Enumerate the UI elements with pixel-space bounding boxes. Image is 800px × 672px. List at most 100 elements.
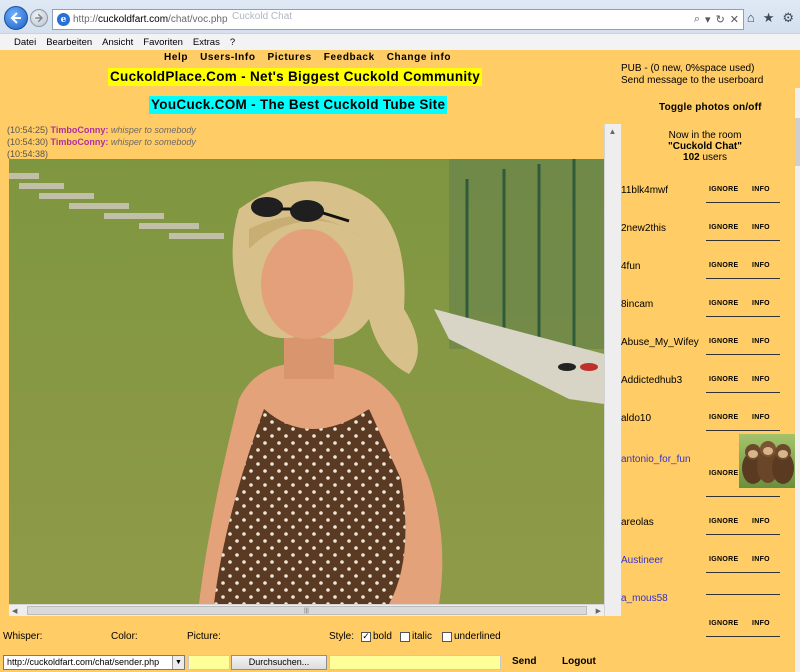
menu-favoriten[interactable]: Favoriten [143, 37, 183, 48]
user-row: 4fun IGNORE INFO [620, 244, 795, 282]
banner-cuckoldplace[interactable]: CuckoldPlace.Com - Net's Biggest Cuckold… [108, 68, 483, 86]
ignore-button[interactable]: IGNORE [709, 262, 738, 269]
divider [706, 202, 780, 203]
message-nick[interactable]: TimboConny: [51, 137, 109, 147]
arrow-left-icon [10, 12, 21, 24]
user-name[interactable]: 4fun [621, 261, 640, 272]
ignore-button[interactable]: IGNORE [709, 620, 738, 627]
ignore-button[interactable]: IGNORE [709, 556, 738, 563]
sidebar-scroll-thumb[interactable] [795, 118, 800, 166]
back-button[interactable] [4, 6, 28, 30]
user-name[interactable]: aldo10 [621, 413, 651, 424]
chat-scrollbar-vertical[interactable]: ▲ [604, 124, 621, 616]
info-button[interactable]: INFO [752, 518, 770, 525]
ignore-button[interactable]: IGNORE [709, 518, 738, 525]
address-bar[interactable]: e http://cuckoldfart.com/chat/voc.php ⌕ … [52, 9, 744, 30]
ignore-button[interactable]: IGNORE [709, 470, 738, 477]
ignore-button[interactable]: IGNORE [709, 376, 738, 383]
link-change-info[interactable]: Change info [387, 52, 451, 63]
bold-check-box[interactable]: ✓ [361, 631, 371, 642]
info-button[interactable]: INFO [752, 186, 770, 193]
dropdown-icon[interactable]: ▾ [705, 13, 711, 26]
message-nick[interactable]: TimboConny: [51, 125, 109, 135]
divider [706, 594, 780, 595]
italic-checkbox-label: italic [412, 631, 433, 642]
ignore-button[interactable]: IGNORE [709, 414, 738, 421]
user-name[interactable]: 2new2this [621, 223, 666, 234]
scroll-thumb[interactable]: ||| [26, 606, 587, 615]
info-button[interactable]: INFO [752, 224, 770, 231]
address-tools: ⌕ ▾ ↻ ✕ [694, 13, 743, 26]
user-row: a_mous58 [620, 576, 795, 614]
ignore-button[interactable]: IGNORE [709, 224, 738, 231]
menu-help[interactable]: ? [230, 37, 235, 48]
gear-icon[interactable]: ⚙ [782, 10, 794, 26]
whisper-select[interactable]: http://cuckoldfart.com/chat/sender.php ▼ [3, 655, 185, 670]
tab-title-ghost: Cuckold Chat [232, 11, 293, 22]
pub-send-message[interactable]: Send message to the userboard [621, 75, 791, 87]
user-name[interactable]: Austineer [621, 555, 663, 566]
underlined-check-box[interactable] [442, 631, 452, 642]
home-icon[interactable]: ⌂ [747, 10, 755, 26]
url-path: /chat/voc.php [168, 14, 228, 25]
style-label: Style: [329, 631, 355, 642]
user-name[interactable]: Abuse_My_Wifey [621, 337, 699, 348]
users-suffix: users [702, 152, 727, 163]
toggle-photos-link[interactable]: Toggle photos on/off [659, 102, 762, 113]
italic-checkbox[interactable]: italic [400, 631, 432, 642]
forward-button[interactable] [30, 9, 48, 27]
favorites-star-icon[interactable]: ★ [763, 10, 775, 26]
scroll-up-icon[interactable]: ▲ [605, 124, 620, 139]
user-name[interactable]: Addictedhub3 [621, 375, 682, 386]
pub-status[interactable]: PUB - (0 new, 0%space used) [621, 63, 791, 75]
ignore-button[interactable]: IGNORE [709, 338, 738, 345]
info-button[interactable]: INFO [752, 376, 770, 383]
user-name[interactable]: 8incam [621, 299, 653, 310]
user-name[interactable]: a_mous58 [621, 593, 668, 604]
underlined-checkbox[interactable]: underlined [442, 631, 501, 642]
info-button[interactable]: INFO [752, 620, 770, 627]
refresh-icon[interactable]: ↻ [716, 13, 725, 26]
send-button[interactable]: Send [512, 656, 536, 667]
user-row: areolas IGNORE INFO [620, 500, 795, 538]
search-icon[interactable]: ⌕ [694, 13, 700, 26]
scroll-left-icon[interactable]: ◀ [12, 607, 17, 615]
user-name[interactable]: antonio_for_fun [621, 454, 691, 465]
italic-check-box[interactable] [400, 631, 410, 642]
user-name[interactable]: 11blk4mwf [621, 185, 668, 196]
ignore-button[interactable]: IGNORE [709, 300, 738, 307]
user-avatar-monkeys[interactable] [739, 434, 795, 488]
pub-info[interactable]: PUB - (0 new, 0%space used) Send message… [621, 63, 791, 87]
whisper-select-value: http://cuckoldfart.com/chat/sender.php [7, 657, 160, 667]
info-button[interactable]: INFO [752, 414, 770, 421]
banner-youcuck[interactable]: YouCuck.COM - The Best Cuckold Tube Site [149, 96, 448, 114]
divider [706, 278, 780, 279]
user-row: 8incam IGNORE INFO [620, 282, 795, 320]
ignore-button[interactable]: IGNORE [709, 186, 738, 193]
info-button[interactable]: INFO [752, 338, 770, 345]
sidebar-scrollbar[interactable] [795, 88, 800, 672]
scroll-right-icon[interactable]: ▶ [596, 607, 601, 615]
bold-checkbox[interactable]: ✓ bold [361, 631, 392, 642]
logout-button[interactable]: Logout [562, 656, 596, 667]
menu-extras[interactable]: Extras [193, 37, 220, 48]
message-input[interactable] [329, 655, 501, 670]
close-icon[interactable]: ✕ [730, 13, 739, 26]
user-name[interactable]: areolas [621, 517, 654, 528]
user-row: 11blk4mwf IGNORE INFO [620, 168, 795, 206]
chevron-down-icon[interactable]: ▼ [172, 656, 184, 669]
browse-button[interactable]: Durchsuchen... [231, 655, 327, 670]
color-field[interactable] [188, 655, 230, 670]
link-users-info[interactable]: Users-Info [200, 52, 255, 63]
info-button[interactable]: INFO [752, 300, 770, 307]
menu-datei[interactable]: Datei [14, 37, 36, 48]
link-feedback[interactable]: Feedback [324, 52, 375, 63]
menu-bearbeiten[interactable]: Bearbeiten [46, 37, 92, 48]
info-button[interactable]: INFO [752, 262, 770, 269]
info-button[interactable]: INFO [752, 556, 770, 563]
menu-ansicht[interactable]: Ansicht [102, 37, 133, 48]
link-pictures[interactable]: Pictures [268, 52, 312, 63]
message-text: whisper to somebody [110, 125, 196, 135]
link-help[interactable]: Help [164, 52, 188, 63]
chat-scrollbar-horizontal[interactable]: ◀ ||| ▶ [9, 604, 604, 616]
